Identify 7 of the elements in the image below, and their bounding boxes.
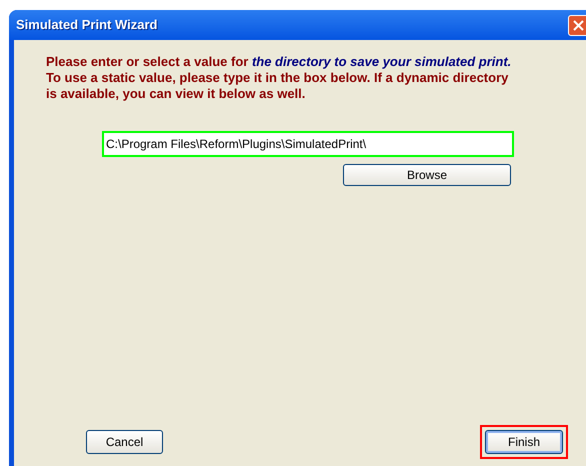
window-title: Simulated Print Wizard <box>16 16 158 34</box>
cancel-button[interactable]: Cancel <box>86 430 163 454</box>
browse-button[interactable]: Browse <box>343 164 511 186</box>
instruction-text: Please enter or select a value for the directory to save your simulated print. To use a static value, please type it in the box below. If a dynamic directory is available, you can view it below as well. <box>46 54 512 102</box>
close-icon[interactable] <box>568 14 586 36</box>
directory-input-field[interactable]: C:\Program Files\Reform\Plugins\SimulatedPrint\ <box>102 131 514 157</box>
finish-button[interactable]: Finish <box>485 430 563 454</box>
